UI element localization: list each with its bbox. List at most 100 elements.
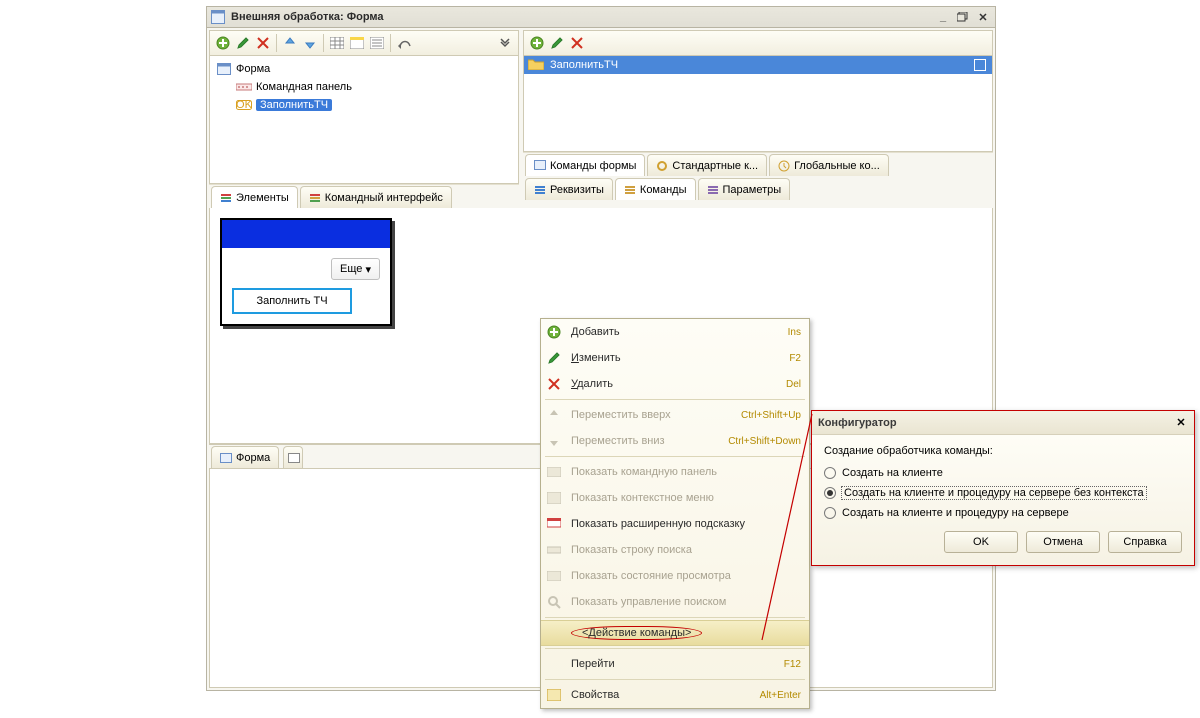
radio-client-server[interactable]: Создать на клиенте и процедуру на сервер… [824,503,1182,523]
clock-icon [778,160,790,172]
ctx-show-state: Показать состояние просмотра [541,563,809,589]
arrow-down-icon [545,432,563,450]
edit-icon[interactable] [234,34,252,52]
undo-arrow-icon[interactable] [395,34,413,52]
arrow-up-icon [545,406,563,424]
hint-icon [545,515,563,533]
ctx-edit[interactable]: ИзменитьF2 [541,345,809,371]
gear-icon [656,160,668,172]
left-tabs: Элементы Командный интерфейс [209,184,519,208]
cancel-button[interactable]: Отмена [1026,531,1100,553]
layout-icon[interactable] [348,34,366,52]
more-icon[interactable] [496,34,514,52]
tab-label: Команды формы [550,160,636,172]
radio-client-server-nocontext[interactable]: Создать на клиенте и процедуру на сервер… [824,483,1182,503]
tab-form-commands[interactable]: Команды формы [525,154,645,176]
tab-elements[interactable]: Элементы [211,186,298,208]
delete-icon[interactable] [568,34,586,52]
stack-icon [309,192,321,204]
button-label: Справка [1123,536,1166,548]
shortcut: F12 [784,659,801,670]
list-item[interactable]: ЗаполнитьТЧ [524,56,992,74]
elements-tree[interactable]: Форма Командная панель OK ЗаполнитьТЧ [209,56,519,184]
tab-label: Команды [640,184,687,196]
tab-label: Форма [236,452,270,464]
button-label: Еще [340,263,362,275]
tree-root[interactable]: Форма [212,60,516,78]
tree-fill-command[interactable]: OK ЗаполнитьТЧ [212,96,516,114]
list-icon[interactable] [368,34,386,52]
help-button[interactable]: Справка [1108,531,1182,553]
module-icon [288,453,300,463]
ctx-command-action[interactable]: <Действие команды> [541,620,809,646]
ctx-delete[interactable]: УдалитьDel [541,371,809,397]
ctx-properties[interactable]: СвойстваAlt+Enter [541,682,809,708]
context-menu: ДДобавитьобавитьIns ИзменитьF2 УдалитьDe… [540,318,810,709]
tab-module[interactable] [283,446,303,468]
preview-window: Еще ▾ Заполнить ТЧ [220,218,392,326]
tab-label: Элементы [236,192,289,204]
ctx-show-searchctl: Показать управление поиском [541,589,809,615]
close-button[interactable]: ✕ [975,10,991,24]
ctx-moveup: Переместить вверхCtrl+Shift+Up [541,402,809,428]
folder-icon [528,58,546,72]
ctx-movedown: Переместить внизCtrl+Shift+Down [541,428,809,454]
form-icon [534,160,546,172]
radio-client[interactable]: Создать на клиенте [824,463,1182,483]
menu-label: <Действие команды> [571,626,702,640]
state-icon [545,567,563,585]
left-toolbar [209,30,519,56]
stack-icon [220,192,232,204]
add-icon[interactable] [528,34,546,52]
chevron-down-icon: ▾ [365,263,371,276]
tab-form[interactable]: Форма [211,446,279,468]
shortcut: Alt+Enter [760,690,801,701]
ctx-show-cmdpanel: Показать командную панель [541,459,809,485]
dialog-title: Конфигуратор [818,417,1174,429]
form-icon [216,62,232,76]
tab-standard[interactable]: Стандартные к... [647,154,767,176]
stack-icon [534,184,546,196]
move-down-icon[interactable] [301,34,319,52]
tab-parameters[interactable]: Параметры [698,178,791,200]
ctx-show-hint[interactable]: Показать расширенную подсказку [541,511,809,537]
list-item-label: ЗаполнитьТЧ [550,59,974,71]
radio-label: Создать на клиенте [842,467,943,479]
menu-icon [545,489,563,507]
minimize-button[interactable]: _ [935,10,951,24]
fill-tch-button[interactable]: Заполнить ТЧ [232,288,352,314]
tab-cmd-interface[interactable]: Командный интерфейс [300,186,452,208]
close-icon[interactable]: ✕ [1174,416,1188,430]
tab-label: Реквизиты [550,184,604,196]
configurator-dialog: Конфигуратор ✕ Создание обработчика кома… [811,410,1195,566]
button-label: Заполнить ТЧ [256,295,327,307]
preview-header [222,220,390,248]
tab-commands[interactable]: Команды [615,178,696,200]
stack-icon [624,184,636,196]
window-title: Внешняя обработка: Форма [231,11,931,23]
ctx-show-ctxmenu: Показать контекстное меню [541,485,809,511]
grid-icon[interactable] [328,34,346,52]
edit-icon[interactable] [548,34,566,52]
ctx-show-search: Показать строку поиска [541,537,809,563]
ctx-add[interactable]: ДДобавитьобавитьIns [541,319,809,345]
button-label: OK [973,536,989,548]
tab-global[interactable]: Глобальные ко... [769,154,889,176]
right-tabs-lower: Команды формы Стандартные к... Глобальны… [523,152,993,176]
add-icon[interactable] [214,34,232,52]
shortcut: Del [786,379,801,390]
cmdbar-icon [236,80,252,94]
ctx-goto[interactable]: ПерейтиF12 [541,651,809,677]
delete-icon [545,375,563,393]
tree-cmdpanel[interactable]: Командная панель [212,78,516,96]
checkbox[interactable] [974,59,986,71]
commands-list[interactable]: ЗаполнитьТЧ [523,56,993,152]
properties-icon [545,686,563,704]
move-up-icon[interactable] [281,34,299,52]
delete-icon[interactable] [254,34,272,52]
more-button[interactable]: Еще ▾ [331,258,380,280]
stack-icon [707,184,719,196]
restore-button[interactable] [955,10,971,24]
tab-attributes[interactable]: Реквизиты [525,178,613,200]
ok-button[interactable]: OK [944,531,1018,553]
